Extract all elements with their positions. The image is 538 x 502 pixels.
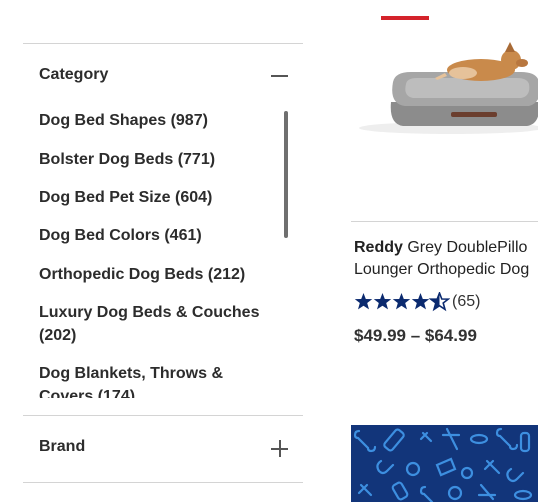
plus-icon[interactable] [271,440,289,458]
product-name[interactable]: Lounger Orthopedic Dog [354,261,529,278]
category-list: Dog Bed Shapes (987) Bolster Dog Beds (7… [39,106,284,398]
dog-bed-product-image[interactable] [351,40,538,140]
category-item[interactable]: Dog Bed Pet Size (604) [39,186,279,209]
product-brand[interactable]: Reddy [354,239,403,256]
divider [351,221,538,222]
filter-panel: Category Dog Bed Shapes (987) Bolster Do… [0,0,330,502]
divider [23,415,303,416]
active-indicator [381,16,429,20]
star-icon [373,293,392,310]
category-item[interactable]: Dog Bed Colors (461) [39,224,279,247]
product-name[interactable]: Grey DoublePillo [407,239,527,256]
price-range: $49.99 – $64.99 [354,326,477,345]
pet-pattern-image [353,427,533,502]
category-scrollbar[interactable] [284,111,288,238]
divider [23,482,303,483]
product-grid: Reddy Grey DoublePillo Lounger Orthopedi… [351,0,538,502]
rating-stars [354,292,450,311]
brand-title[interactable]: Brand [39,438,85,456]
product-title[interactable]: Reddy Grey DoublePillo Lounger Orthopedi… [354,237,538,281]
minus-icon[interactable] [271,67,289,85]
category-item[interactable]: Dog Bed Shapes (987) [39,109,279,132]
review-count[interactable]: (65) [452,293,480,311]
star-rating: (65) [354,292,480,312]
category-item[interactable]: Dog Blankets, Throws & Covers (174) [39,362,279,398]
category-item[interactable]: Luxury Dog Beds & Couches (202) [39,301,279,347]
promo-banner[interactable] [351,425,538,502]
star-icon [392,293,411,310]
category-title[interactable]: Category [39,66,108,84]
category-item[interactable]: Bolster Dog Beds (771) [39,148,279,171]
category-item[interactable]: Orthopedic Dog Beds (212) [39,263,279,286]
divider [23,43,303,44]
star-icon [411,293,430,310]
star-icon [354,293,373,310]
